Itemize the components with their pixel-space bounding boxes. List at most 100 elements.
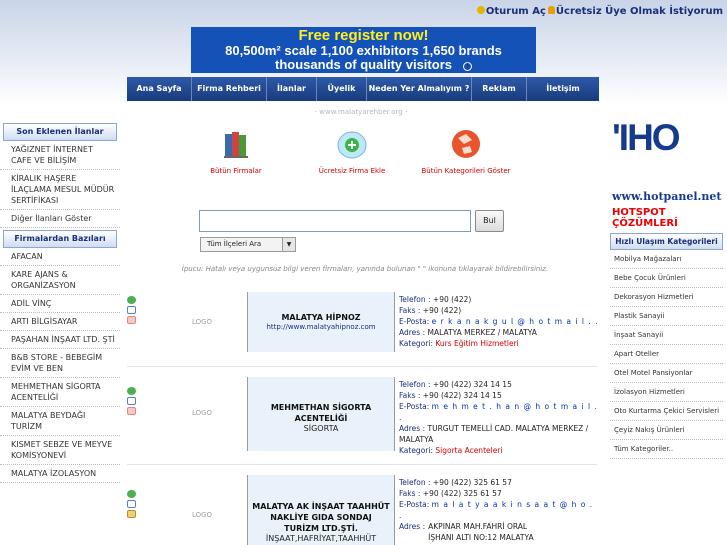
firm-card[interactable]: MEHMETHAN SİGORTA ACENTELİĞİ SİGORTA (247, 377, 395, 451)
add-firm-label: Ücretsiz Firma Ekle (318, 167, 386, 175)
phone-value: +90 (422) 325 61 57 (432, 478, 512, 487)
firm-link[interactable]: B&B STORE - BEBEGİM EVİM VE BEN (0, 349, 120, 378)
district-select[interactable]: Tüm İlçeleri Ara ▼ (200, 237, 296, 252)
district-select-value: Tüm İlçeleri Ara (207, 240, 262, 248)
all-categories-label: Bütün Kategorileri Göster (421, 167, 511, 175)
category-link[interactable]: Sigorta Acenteleri (435, 446, 502, 455)
email-value[interactable]: e r k a n a k g u l @ h o t m a i l . . (432, 317, 599, 326)
address-value: TURGUT TEMELLİ CAD. MALATYA MERKEZ / MAL… (399, 424, 589, 444)
top-links: Oturum Aç Ücretsiz Üye Olmak İstiyorum (476, 6, 723, 17)
phone-value: +90 (422) 324 14 15 (432, 380, 512, 389)
firm-sector: SİGORTA (303, 424, 339, 433)
tip-text: İpucu: Hatalı veya uygunsuz bilgi veren … (181, 265, 549, 273)
user-icon (547, 6, 555, 14)
firm-name[interactable]: MALATYA HİPNOZ (248, 312, 394, 323)
add-firm-button[interactable]: Ücretsiz Firma Ekle (302, 128, 402, 175)
recent-listing[interactable]: YAĞIZNET İNTERNET CAFE VE BİLİŞİM (0, 141, 120, 170)
firm-card[interactable]: MALATYA HİPNOZ http://www.malatyahipnoz.… (247, 292, 395, 352)
email-value[interactable]: m a l a t y a a k i n s a a t @ h o . . (399, 500, 593, 520)
category-item[interactable]: Oto Kurtarma Çekici Servisleri (610, 402, 723, 421)
firm-link[interactable]: AFACAN (0, 248, 120, 266)
firm-name[interactable]: MALATYA AK İNŞAAT TAAHHÜT NAKLİYE GIDA S… (252, 501, 390, 534)
mail-icon[interactable] (127, 500, 136, 508)
globe-icon (452, 130, 480, 158)
firm-sector: İNŞAAT,HAFRİYAT,TAAHHÜT (265, 534, 377, 543)
address-label: Adres : (399, 424, 426, 433)
category-link[interactable]: Kurs Eğitim Hizmetleri (435, 339, 518, 348)
nav-ads[interactable]: Reklam (472, 77, 527, 101)
category-item[interactable]: İnşaat Sanayii (610, 326, 723, 345)
category-item[interactable]: Mobilya Mağazaları (610, 250, 723, 269)
mail-icon[interactable] (127, 306, 136, 314)
firm-link[interactable]: PAŞAHAN İNŞAAT LTD. ŞTİ (0, 331, 120, 349)
address-value: MALATYA MERKEZ / MALATYA (427, 328, 537, 337)
firm-link[interactable]: ADİL VİNÇ (0, 295, 120, 313)
nav-listings[interactable]: İlanlar (267, 77, 317, 101)
category-item[interactable]: Çeyiz Nakış Ürünleri (610, 421, 723, 440)
nav-why[interactable]: Neden Yer Almalıyım ? (367, 77, 472, 101)
firm-info: Telefon : +90 (422) 324 14 15 Faks : +90… (399, 379, 599, 456)
more-listings-link[interactable]: Diğer İlanları Göster (0, 210, 120, 228)
all-categories-button[interactable]: Bütün Kategorileri Göster (416, 128, 516, 175)
firm-link[interactable]: ARTI BİLGİSAYAR (0, 313, 120, 331)
nav-membership[interactable]: Üyelik (317, 77, 367, 101)
category-item[interactable]: İzolasyon Hizmetleri (610, 383, 723, 402)
add-icon[interactable] (127, 387, 136, 395)
info-icon[interactable]: i (463, 62, 472, 71)
nav-firm-directory[interactable]: Firma Rehberi (192, 77, 267, 101)
firm-listing: LOGO MALATYA AK İNŞAAT TAAHHÜT NAKLİYE G… (127, 475, 597, 545)
firm-link[interactable]: MALATYA BEYDAĞI TURİZM (0, 407, 120, 436)
books-icon (224, 132, 248, 158)
firm-listing: LOGO MEHMETHAN SİGORTA ACENTELİĞİ SİGORT… (127, 377, 597, 457)
firm-website[interactable]: http://www.malatyahipnoz.com (248, 323, 394, 331)
chevron-down-icon: ▼ (282, 238, 295, 251)
banner-line3: thousands of quality visitors (275, 57, 452, 72)
category-item[interactable]: Apart Oteller (610, 345, 723, 364)
divider (127, 366, 597, 367)
fax-label: Faks : (399, 391, 421, 400)
address-label: Adres : (399, 522, 426, 531)
mail-icon[interactable] (127, 397, 136, 405)
banner-title: Free register now! (298, 27, 429, 44)
add-icon (337, 131, 367, 159)
listing-tools (127, 296, 137, 326)
firm-name[interactable]: MEHMETHAN SİGORTA ACENTELİĞİ (248, 402, 394, 424)
category-item[interactable]: Bebe Çocuk Ürünleri (610, 269, 723, 288)
email-value[interactable]: m e h m e t . h a n @ h o t m a i l . . (399, 402, 598, 422)
nav-contact[interactable]: İletişim (527, 77, 599, 101)
key-icon (476, 6, 485, 14)
recent-listing[interactable]: KİRALIK HAŞERE İLAÇLAMA MESUL MÜDÜR SERT… (0, 170, 120, 210)
firm-card[interactable]: MALATYA AK İNŞAAT TAAHHÜT NAKLİYE GIDA S… (247, 475, 395, 545)
firm-link[interactable]: KARE AJANS & ORGANİZASYON (0, 266, 120, 295)
fax-value: +90 (422) (422, 306, 462, 315)
listing-tools (127, 490, 137, 520)
firm-link[interactable]: MALATYA İZOLASYON (0, 465, 120, 483)
report-icon[interactable] (127, 316, 136, 324)
add-icon[interactable] (127, 296, 136, 304)
page: { "header":{"login":"Oturum Aç","registe… (0, 0, 727, 545)
search-input[interactable] (199, 210, 471, 232)
fax-label: Faks : (399, 489, 421, 498)
quick-icons: Bütün Firmalar Ücretsiz Firma Ekle Bütün… (200, 128, 522, 183)
report-icon[interactable] (127, 407, 136, 415)
firm-logo: LOGO (191, 318, 213, 326)
main-nav: Ana Sayfa Firma Rehberi İlanlar Üyelik N… (127, 77, 599, 101)
all-categories-link[interactable]: Tüm Kategoriler.. (610, 440, 723, 459)
category-item[interactable]: Dekorasyon Hizmetleri (610, 288, 723, 307)
register-link[interactable]: Ücretsiz Üye Olmak İstiyorum (556, 6, 723, 17)
category-item[interactable]: Otel Motel Pansiyonlar (610, 364, 723, 383)
search-button[interactable]: Bul (475, 210, 504, 232)
ad-url: www.hotpanel.net (612, 190, 722, 203)
fax-value: +90 (422) 324 14 15 (422, 391, 502, 400)
all-firms-button[interactable]: Bütün Firmalar (186, 128, 286, 175)
map-icon[interactable] (127, 510, 136, 518)
login-link[interactable]: Oturum Aç (486, 6, 546, 17)
add-icon[interactable] (127, 490, 136, 498)
firm-link[interactable]: KISMET SEBZE VE MEYVE KOMİSYONEVİ (0, 436, 120, 465)
right-sidebar: Hızlı Ulaşım Kategorileri Mobilya Mağaza… (610, 233, 723, 459)
register-banner[interactable]: Free register now! 80,500m² scale 1,100 … (191, 27, 536, 73)
nav-home[interactable]: Ana Sayfa (127, 77, 192, 101)
firm-link[interactable]: MEHMETHAN SİGORTA ACENTELİĞİ (0, 378, 120, 407)
hotpanel-ad[interactable]: 'IHO www.hotpanel.net HOTSPOT ÇÖZÜMLERİ (610, 119, 722, 230)
category-item[interactable]: Plastik Sanayii (610, 307, 723, 326)
